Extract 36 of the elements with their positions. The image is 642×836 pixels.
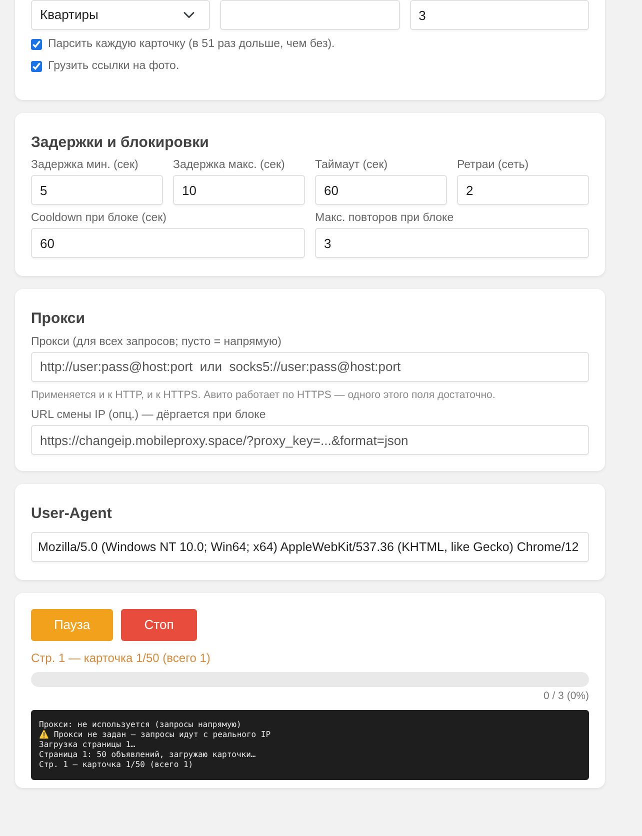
user-agent-field[interactable]: Mozilla/5.0 (Windows NT 10.0; Win64; x64) AppleWebKit/537.36 (KHTML, like Gecko) Chrome/12 <box>31 532 589 562</box>
input-field[interactable]: 3 <box>315 228 589 258</box>
input-field[interactable] <box>220 0 400 30</box>
log-line: Загрузка страницы 1… <box>39 740 136 750</box>
log-line: Прокси: не используется (запросы напрямую) <box>39 720 242 730</box>
input-field[interactable]: 3 <box>410 0 589 30</box>
input-field[interactable]: 5 <box>31 175 163 206</box>
input-field[interactable]: 60 <box>31 228 305 258</box>
log-line: ⚠ Прокси не задан — запросы идут с реального IP <box>39 730 272 740</box>
field-label: Таймаут (сек) <box>315 158 389 174</box>
section-title: Задержки и блокировки <box>31 132 210 152</box>
status-text: Стр. 1 — карточка 1/50 (всего 1) <box>31 650 212 666</box>
checkbox-label: Парсить каждую карточку (в 51 раз дольше, чем без). <box>48 37 335 52</box>
checkbox[interactable] <box>31 60 42 72</box>
input-field[interactable]: 60 <box>315 175 447 206</box>
field-label: Задержка мин. (сек) <box>31 158 140 174</box>
section-title: User-Agent <box>31 504 113 524</box>
field-label: Макс. повторов при блоке <box>315 211 455 226</box>
stop-button[interactable]: Стоп <box>121 608 197 641</box>
log-line: Стр. 1 — карточка 1/50 (всего 1) <box>39 760 194 770</box>
section-title: Прокси <box>31 309 86 329</box>
field-label: Прокси (для всех запросов; пусто = напрямую) <box>31 334 282 350</box>
log-line: Страница 1: 50 объявлений, загружаю карточки… <box>39 750 257 760</box>
input-field[interactable]: 10 <box>173 175 305 206</box>
field-label: Ретраи (сеть) <box>457 158 530 174</box>
field-label: URL смены IP (опц.) — дёргается при блоке <box>31 408 267 424</box>
checkbox-label: Грузить ссылки на фото. <box>48 58 180 74</box>
field-label: Задержка макс. (сек) <box>173 158 286 174</box>
hint-text: Применяется и к HTTP, и к HTTPS. Авито работает по HTTPS — одного этого поля достаточно. <box>31 388 496 402</box>
checkbox[interactable] <box>31 38 42 50</box>
dropdown-field[interactable]: Квартиры <box>31 0 210 30</box>
proxy-field[interactable]: http://user:pass@host:port или socks5://user:pass@host:port <box>31 352 589 382</box>
url-field[interactable]: https://changeip.mobileproxy.space/?proxy_key=...&format=json <box>31 425 589 456</box>
field-label: Cooldown при блоке (сек) <box>31 211 168 226</box>
input-field[interactable]: 2 <box>457 175 589 206</box>
progress-reading: 0 / 3 (0%) <box>542 690 589 704</box>
